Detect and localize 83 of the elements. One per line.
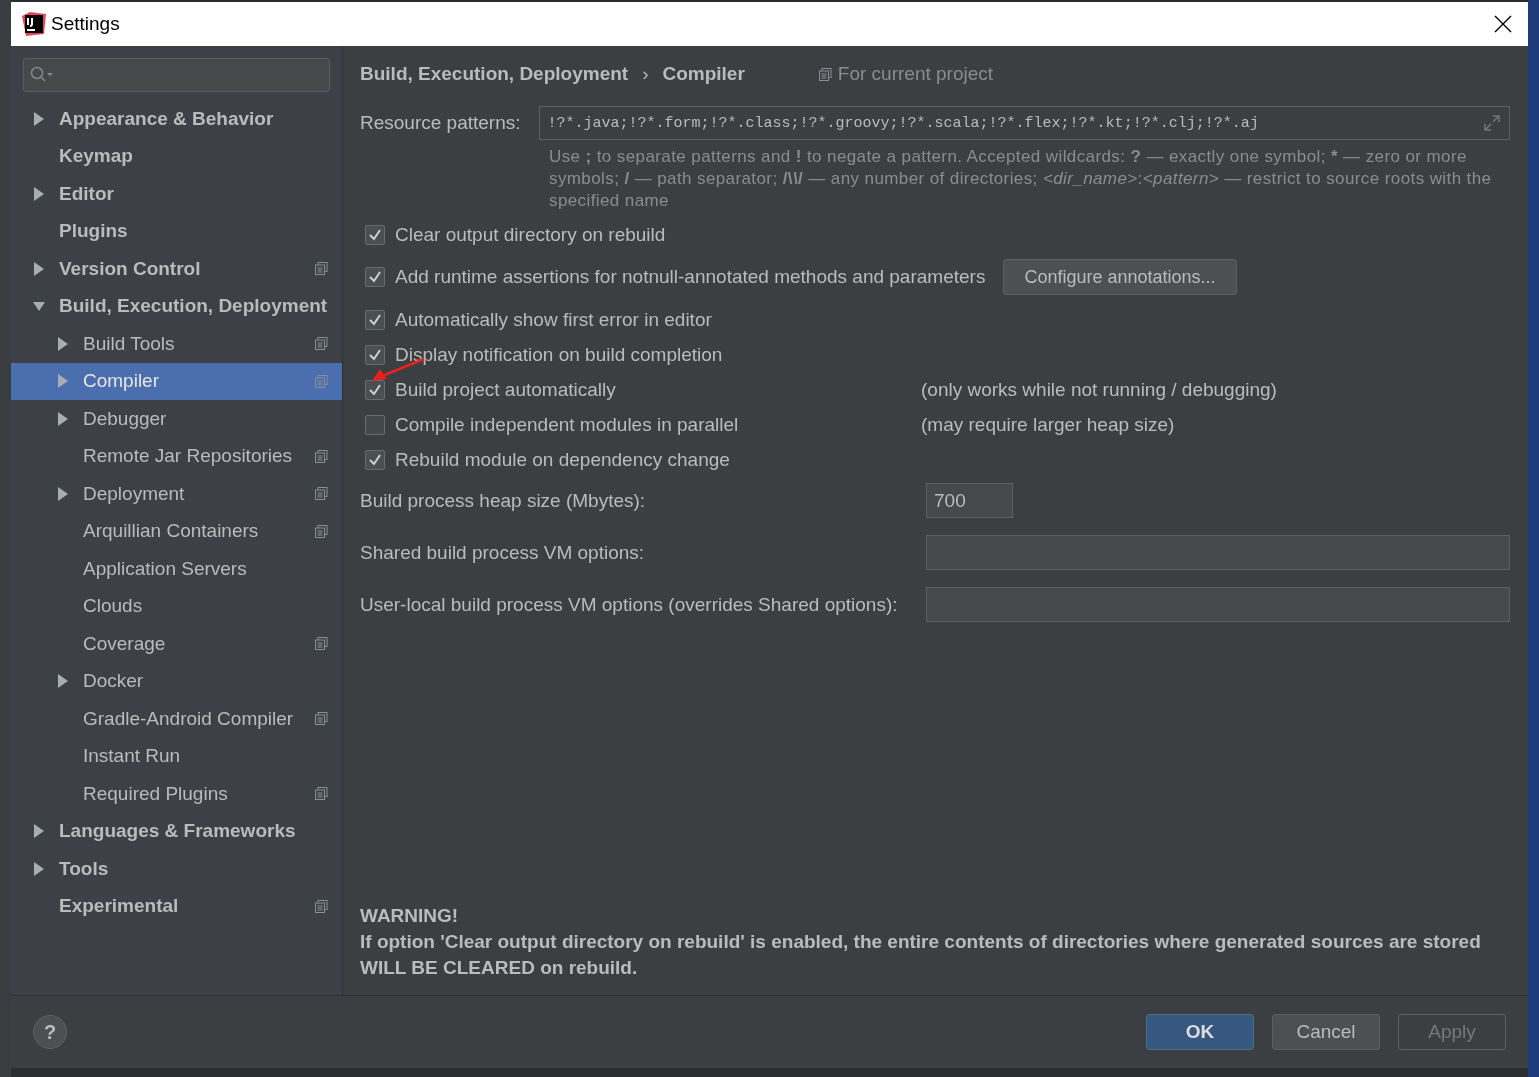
scope-label: For current project <box>837 63 994 85</box>
option-note: (may require larger heap size) <box>921 413 1175 436</box>
expand-arrow-icon[interactable] <box>57 486 69 501</box>
checkbox[interactable] <box>365 344 385 365</box>
project-scope-icon <box>315 712 328 726</box>
sidebar-item[interactable]: Version Control <box>11 250 342 288</box>
project-scope-icon <box>315 262 328 276</box>
window-title: Settings <box>51 13 120 35</box>
search-field[interactable] <box>23 58 330 92</box>
sidebar-item[interactable]: Gradle-Android Compiler <box>11 700 342 738</box>
project-scope-icon <box>818 67 832 81</box>
search-icon <box>30 66 54 84</box>
project-scope-icon <box>315 899 328 913</box>
expand-icon[interactable] <box>1483 114 1501 132</box>
option-note: (only works while not running / debugging) <box>921 378 1277 401</box>
sidebar-item[interactable]: Instant Run <box>11 737 342 775</box>
checkbox[interactable] <box>365 414 385 435</box>
sidebar-item[interactable]: Appearance & Behavior <box>11 100 342 138</box>
sidebar-item[interactable]: Docker <box>11 662 342 700</box>
configure-button[interactable]: Configure annotations... <box>1003 259 1237 295</box>
project-scope-icon <box>315 524 328 538</box>
help-text: Use ; to separate patterns and ! to negate a pattern. Accepted wildcards: ? — exactly one symbol; * — zero or more symbols; / — path separator; /\\/ — any number of directories; <dir_name>:<pattern> — restrict to source roots with the specified name <box>549 146 1493 212</box>
project-scope-icon <box>315 337 328 351</box>
warning-title: WARNING! <box>360 904 460 928</box>
project-scope-icon <box>315 637 328 651</box>
field-label: User-local build process VM options (overrides Shared options): <box>360 593 899 616</box>
expand-arrow-icon[interactable] <box>57 674 69 689</box>
sidebar-item[interactable]: Plugins <box>11 212 342 250</box>
help-button[interactable]: ? <box>33 1015 67 1049</box>
expand-arrow-icon[interactable] <box>33 861 45 876</box>
breadcrumb-item: Compiler <box>662 63 745 85</box>
sidebar-item[interactable]: Remote Jar Repositories <box>11 437 342 475</box>
breadcrumb-separator: › <box>642 63 649 85</box>
app-logo-icon <box>22 12 46 36</box>
sidebar-item[interactable]: Keymap <box>11 137 342 175</box>
warning-text: If option 'Clear output directory on rebuild' is enabled, the entire contents of directories where generated sources are stored WILL BE CLEARED on rebuild. <box>360 930 1482 980</box>
expand-arrow-icon[interactable] <box>57 411 69 426</box>
sidebar-item[interactable]: Editor <box>11 175 342 213</box>
sidebar-item[interactable]: Clouds <box>11 587 342 625</box>
expand-arrow-icon[interactable] <box>33 111 45 126</box>
dialog-button[interactable]: Cancel <box>1272 1014 1380 1050</box>
sidebar-item[interactable]: Coverage <box>11 625 342 663</box>
field-label: Shared build process VM options: <box>360 541 646 564</box>
checkbox[interactable] <box>365 267 385 287</box>
expand-arrow-icon[interactable] <box>57 336 69 351</box>
checkbox-label: Add runtime assertions for notnull-annotated methods and parameters <box>395 266 986 288</box>
sidebar-item[interactable]: Build Tools <box>11 325 342 363</box>
dialog-button[interactable]: OK <box>1146 1014 1254 1050</box>
sidebar-item[interactable]: Build, Execution, Deployment <box>11 287 342 325</box>
project-scope-icon <box>315 787 328 801</box>
sidebar-item[interactable]: Languages & Frameworks <box>11 812 342 850</box>
sidebar-item[interactable]: Deployment <box>11 475 342 513</box>
checkbox[interactable] <box>365 449 385 470</box>
checkbox-label: Automatically show first error in editor <box>395 308 712 331</box>
sidebar-item[interactable]: Arquillian Containers <box>11 512 342 550</box>
breadcrumb-item: Build, Execution, Deployment <box>360 63 629 85</box>
sidebar-item[interactable]: Compiler <box>11 362 342 400</box>
sidebar-item[interactable]: Experimental <box>11 887 342 925</box>
checkbox[interactable] <box>365 309 385 330</box>
expand-arrow-icon[interactable] <box>33 261 45 276</box>
checkbox-label: Rebuild module on dependency change <box>395 448 730 471</box>
checkbox-label: Compile independent modules in parallel <box>395 413 739 436</box>
input-field[interactable] <box>926 535 1510 570</box>
input-field[interactable]: 700 <box>926 483 1013 518</box>
field-label: Resource patterns: <box>360 112 521 134</box>
checkbox[interactable] <box>365 224 385 245</box>
field-label: Build process heap size (Mbytes): <box>360 489 647 512</box>
checkbox[interactable] <box>365 379 385 400</box>
close-icon[interactable] <box>1494 15 1512 33</box>
input-field[interactable] <box>926 587 1510 622</box>
sidebar-item[interactable]: Tools <box>11 850 342 888</box>
input-field[interactable]: !?*.java;!?*.form;!?*.class;!?*.groovy;!?*.scala;!?*.flex;!?*.kt;!?*.clj;!?*.aj <box>538 106 1510 140</box>
sidebar-item[interactable]: Application Servers <box>11 550 342 588</box>
checkbox-label: Build project automatically <box>395 378 616 401</box>
project-scope-icon <box>315 487 328 501</box>
sidebar-item[interactable]: Required Plugins <box>11 775 342 813</box>
sidebar-item[interactable]: Debugger <box>11 400 342 438</box>
checkbox-label: Clear output directory on rebuild <box>395 223 666 246</box>
expand-arrow-icon[interactable] <box>33 186 45 201</box>
expand-arrow-icon[interactable] <box>33 824 45 839</box>
project-scope-icon <box>315 449 328 463</box>
project-scope-icon <box>315 374 328 388</box>
checkbox-label: Display notification on build completion <box>395 343 723 366</box>
